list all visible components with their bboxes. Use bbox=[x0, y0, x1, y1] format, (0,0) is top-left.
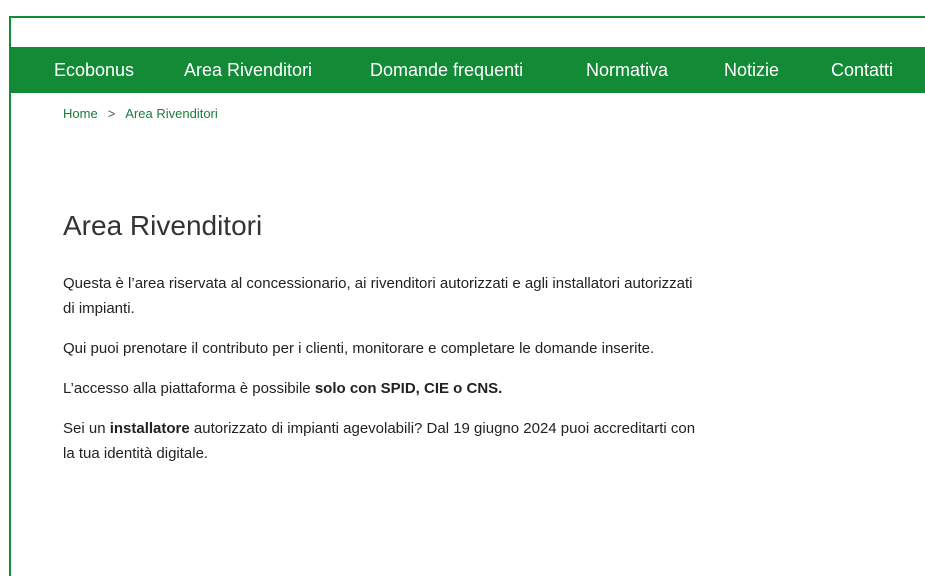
nav-item-contatti[interactable]: Contatti bbox=[831, 47, 893, 93]
page-frame: Ecobonus Area Rivenditori Domande freque… bbox=[9, 16, 925, 576]
nav-item-notizie[interactable]: Notizie bbox=[724, 47, 779, 93]
nav-item-normativa[interactable]: Normativa bbox=[586, 47, 668, 93]
page-content: Questa è l’area riservata al concessiona… bbox=[63, 271, 703, 481]
nav-item-ecobonus[interactable]: Ecobonus bbox=[54, 47, 134, 93]
intro-paragraph: Questa è l’area riservata al concessiona… bbox=[63, 275, 693, 317]
access-text: L’accesso alla piattaforma è possibile bbox=[63, 380, 315, 397]
installer-paragraph: Sei un installatore autorizzato di impia… bbox=[63, 416, 703, 466]
access-paragraph: L’accesso alla piattaforma è possibile s… bbox=[63, 376, 703, 401]
installer-bold: installatore bbox=[109, 420, 190, 437]
breadcrumb-current[interactable]: Area Rivenditori bbox=[125, 106, 218, 121]
access-methods-bold: solo con SPID, CIE o CNS. bbox=[314, 380, 503, 397]
nav-item-domande-frequenti[interactable]: Domande frequenti bbox=[370, 47, 523, 93]
page-title: Area Rivenditori bbox=[63, 210, 263, 241]
breadcrumb-home-link[interactable]: Home bbox=[63, 106, 98, 121]
main-navigation: Ecobonus Area Rivenditori Domande freque… bbox=[11, 47, 925, 93]
nav-item-area-rivenditori[interactable]: Area Rivenditori bbox=[184, 47, 312, 93]
booking-paragraph: Qui puoi prenotare il contributo per i c… bbox=[63, 340, 655, 357]
breadcrumb-separator: > bbox=[107, 106, 116, 121]
breadcrumb: Home > Area Rivenditori bbox=[63, 106, 218, 121]
installer-text-start: Sei un bbox=[63, 420, 110, 437]
